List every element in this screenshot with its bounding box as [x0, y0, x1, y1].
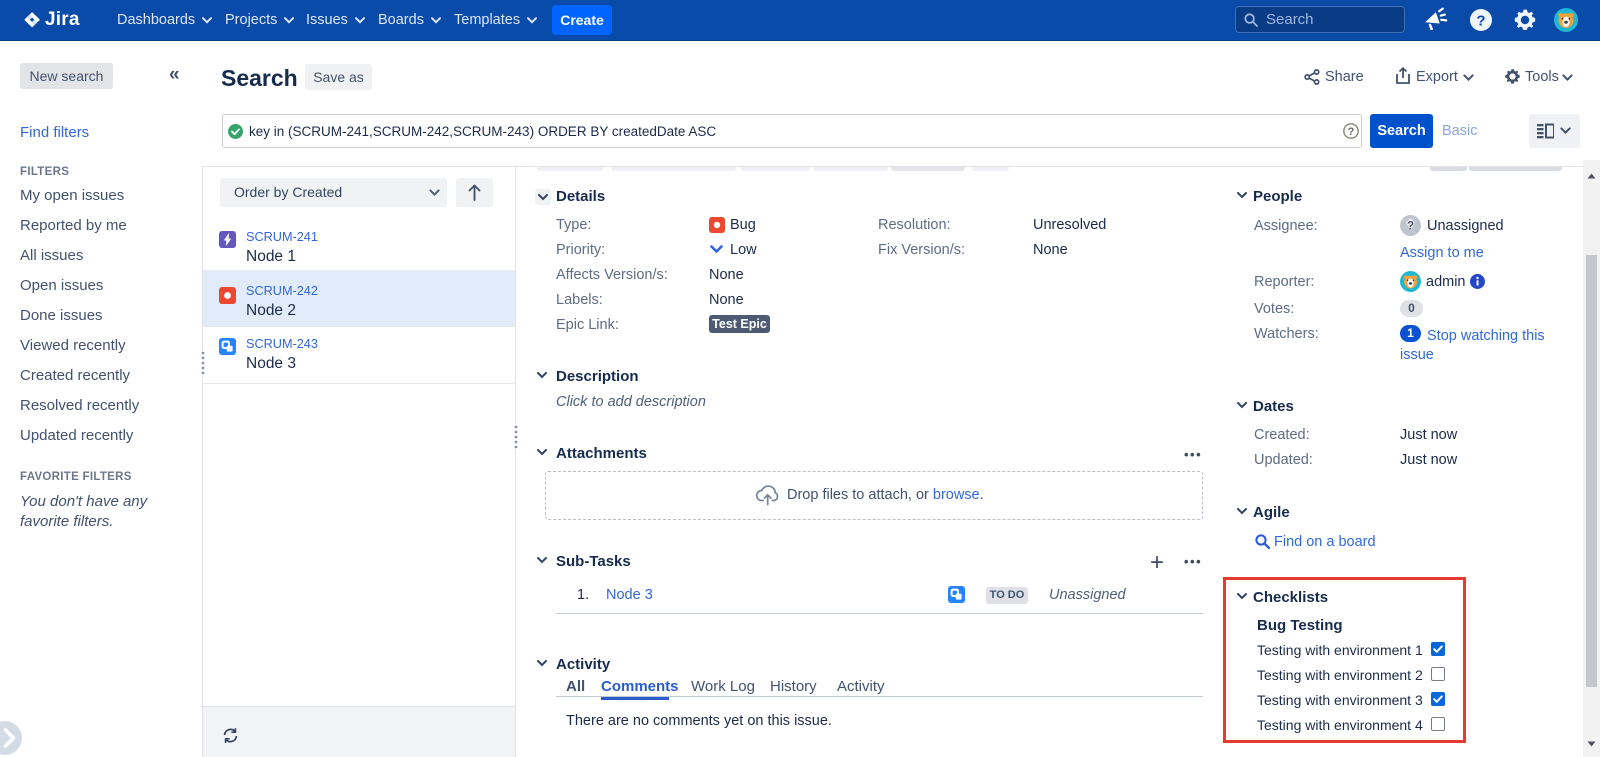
svg-text:?: ? [1476, 13, 1485, 30]
svg-text:?: ? [1348, 126, 1355, 138]
svg-text:?: ? [1407, 221, 1414, 233]
